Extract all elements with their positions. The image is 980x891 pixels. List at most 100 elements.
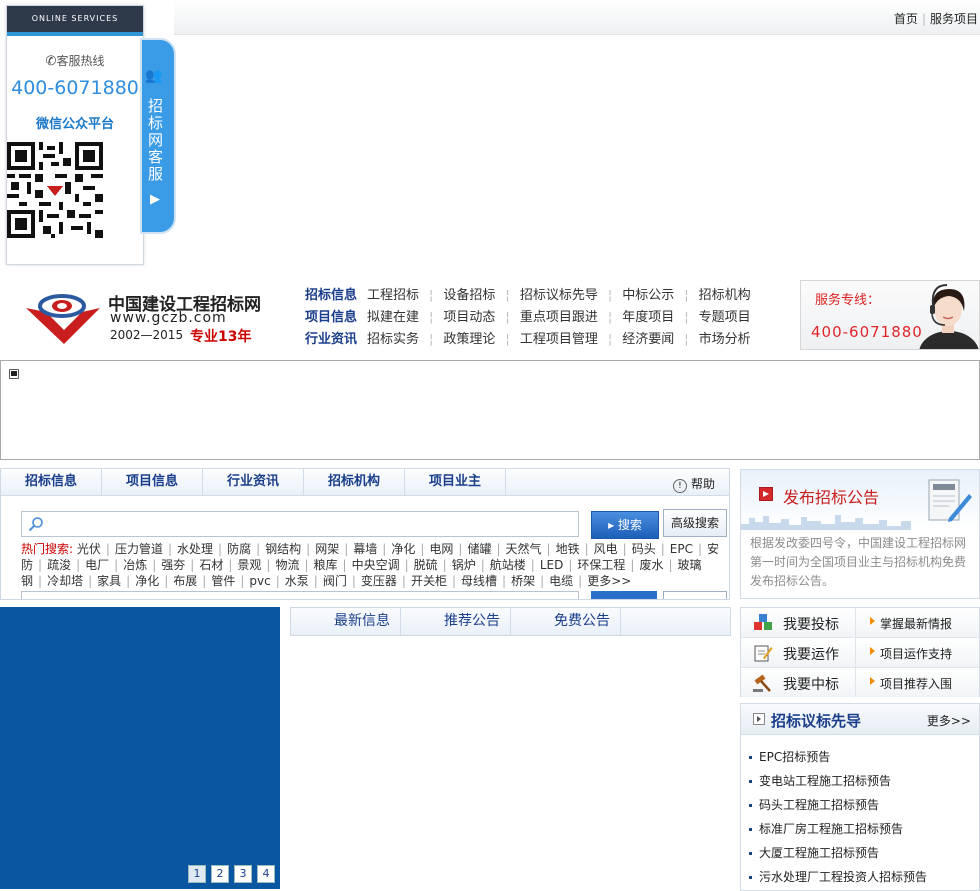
nav-link[interactable]: 招标议标先导 <box>520 285 598 307</box>
hot-search-term[interactable]: 地铁 <box>556 542 580 556</box>
tab-free[interactable]: 免费公告 <box>511 608 621 635</box>
nav-category-news[interactable]: 行业资讯 <box>305 329 367 351</box>
help-link[interactable]: ! 帮助 <box>672 475 715 493</box>
search-input[interactable] <box>48 514 572 534</box>
nav-link[interactable]: 政策理论 <box>443 329 495 351</box>
hot-search-term[interactable]: 开关柜 <box>411 574 447 588</box>
hot-search-term[interactable]: 幕墙 <box>353 542 377 556</box>
hot-search-term[interactable]: 疏浚 <box>47 558 71 572</box>
tab-recommended[interactable]: 推荐公告 <box>401 608 511 635</box>
bidding-forecast-header: 招标议标先导 更多>> <box>741 704 979 735</box>
forecast-list-item[interactable]: 变电站工程施工招标预告 <box>749 769 979 793</box>
nav-link[interactable]: 项目动态 <box>443 307 495 329</box>
hot-search-term[interactable]: 天然气 <box>506 542 542 556</box>
nav-link[interactable]: 工程招标 <box>367 285 419 307</box>
hot-search-term[interactable]: 净化 <box>135 574 159 588</box>
hot-search-term[interactable]: 桥架 <box>511 574 535 588</box>
hot-search-term[interactable]: 母线槽 <box>461 574 497 588</box>
hot-search-term[interactable]: 脱硫 <box>414 558 438 572</box>
hot-search-term[interactable]: 码头 <box>632 542 656 556</box>
search-tab-news[interactable]: 行业资讯 <box>203 469 304 495</box>
action-win[interactable]: 我要中标 项目推荐入围 <box>741 668 979 697</box>
slider-page-1[interactable]: 1 <box>188 865 206 883</box>
forecast-list-item[interactable]: 标准厂房工程施工招标预告 <box>749 817 979 841</box>
hot-search-term[interactable]: 中央空调 <box>352 558 400 572</box>
nav-link[interactable]: 拟建在建 <box>367 307 419 329</box>
hot-search-term[interactable]: 压力管道 <box>115 542 163 556</box>
nav-link[interactable]: 招标实务 <box>367 329 419 351</box>
hot-search-term[interactable]: 防腐 <box>227 542 251 556</box>
hot-search-term[interactable]: 变压器 <box>361 574 397 588</box>
hot-search-term[interactable]: 冷却塔 <box>47 574 83 588</box>
nav-link[interactable]: 经济要闻 <box>622 329 674 351</box>
hot-search-term[interactable]: 石材 <box>199 558 223 572</box>
hot-search-term[interactable]: LED <box>540 558 564 572</box>
gavel-icon <box>753 674 771 692</box>
search-tab-agencies[interactable]: 招标机构 <box>304 469 405 495</box>
hot-search-term[interactable]: 水泵 <box>285 574 309 588</box>
hot-search-term[interactable]: pvc <box>249 574 270 588</box>
hot-search-term[interactable]: 电厂 <box>85 558 109 572</box>
bidding-forecast-more-link[interactable]: 更多>> <box>927 712 971 729</box>
nav-link[interactable]: 中标公示 <box>622 285 674 307</box>
hot-search-term[interactable]: 风电 <box>594 542 618 556</box>
search-tab-owners[interactable]: 项目业主 <box>405 469 506 495</box>
forecast-list-item[interactable]: 污水处理厂工程投资人招标预告 <box>749 865 979 889</box>
hot-search-term[interactable]: 电网 <box>429 542 453 556</box>
search-input-wrapper[interactable] <box>21 511 579 537</box>
hot-search-term[interactable]: 冶炼 <box>123 558 147 572</box>
hot-search-term[interactable]: 物流 <box>275 558 299 572</box>
action-bid[interactable]: 我要投标 掌握最新情报 <box>741 608 979 638</box>
hot-search-term[interactable]: 网架 <box>315 542 339 556</box>
search-tab-bidding[interactable]: 招标信息 <box>1 469 102 495</box>
hot-term-separator: | <box>342 558 347 572</box>
hot-search-term[interactable]: 钢结构 <box>265 542 301 556</box>
hot-search-term[interactable]: 管件 <box>211 574 235 588</box>
hot-search-term[interactable]: 水处理 <box>177 542 213 556</box>
nav-link[interactable]: 招标机构 <box>699 285 751 307</box>
search-button[interactable]: ▸ 搜索 <box>591 511 659 539</box>
hot-search-more-link[interactable]: 更多>> <box>587 574 631 588</box>
slider-page-2[interactable]: 2 <box>211 865 229 883</box>
hot-search-term[interactable]: 电缆 <box>549 574 573 588</box>
nav-category-bidding[interactable]: 招标信息 <box>305 285 367 307</box>
publish-notice-panel[interactable]: 发布招标公告 根据发改委四号令，中国建设工程招标网第一时间为全国项目业主与招标机… <box>740 469 980 599</box>
hot-search-term[interactable]: 光伏 <box>77 542 101 556</box>
hot-search-term[interactable]: 环保工程 <box>577 558 625 572</box>
hot-search-term[interactable]: EPC <box>670 542 693 556</box>
nav-link[interactable]: 设备招标 <box>443 285 495 307</box>
nav-link[interactable]: 年度项目 <box>622 307 674 329</box>
forecast-list-item[interactable]: EPC招标预告 <box>749 745 979 769</box>
nav-link[interactable]: 重点项目跟进 <box>520 307 598 329</box>
image-slider[interactable]: 1234 <box>0 607 280 889</box>
hot-search-term[interactable]: 储罐 <box>467 542 491 556</box>
hot-search-term[interactable]: 锅炉 <box>452 558 476 572</box>
hot-search-terms: 热门搜索: 光伏 | 压力管道 | 水处理 | 防腐 | 钢结构 | 网架 | 幕墙 | 净化 | 电网 | 储罐 |… <box>21 541 725 589</box>
search-tab-projects[interactable]: 项目信息 <box>102 469 203 495</box>
hot-search-term[interactable]: 家具 <box>97 574 121 588</box>
hot-search-term[interactable]: 景观 <box>237 558 261 572</box>
hot-search-term[interactable]: 航站楼 <box>490 558 526 572</box>
action-operate[interactable]: 我要运作 项目运作支持 <box>741 638 979 668</box>
site-logo[interactable]: 中国建设工程招标网 www.gczb.com 2002—2015 专业13年 <box>24 288 274 348</box>
top-link-services[interactable]: 服务项目 <box>930 12 978 26</box>
hot-search-term[interactable]: 净化 <box>391 542 415 556</box>
nav-link[interactable]: 工程项目管理 <box>520 329 598 351</box>
slider-page-3[interactable]: 3 <box>234 865 252 883</box>
hot-search-term[interactable]: 阀门 <box>323 574 347 588</box>
nav-link[interactable]: 专题项目 <box>699 307 751 329</box>
advanced-search-button[interactable]: 高级搜索 <box>663 509 727 537</box>
service-hotline-banner[interactable]: 服务专线： 400-6071880 <box>800 280 980 350</box>
hot-search-term[interactable]: 强夯 <box>161 558 185 572</box>
slider-page-4[interactable]: 4 <box>257 865 275 883</box>
online-service-tab[interactable]: 👥 招标网客服 ▶ <box>140 38 176 234</box>
forecast-list-item[interactable]: 大厦工程施工招标预告 <box>749 841 979 865</box>
hot-search-term[interactable]: 布展 <box>173 574 197 588</box>
nav-category-projects[interactable]: 项目信息 <box>305 307 367 329</box>
top-link-home[interactable]: 首页 <box>894 12 918 26</box>
hot-search-term[interactable]: 废水 <box>639 558 663 572</box>
tab-latest[interactable]: 最新信息 <box>291 608 401 635</box>
forecast-list-item[interactable]: 码头工程施工招标预告 <box>749 793 979 817</box>
hot-search-term[interactable]: 粮库 <box>314 558 338 572</box>
nav-link[interactable]: 市场分析 <box>699 329 751 351</box>
